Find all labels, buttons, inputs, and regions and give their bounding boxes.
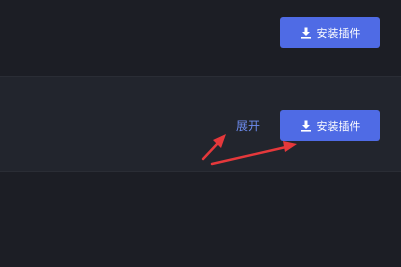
install-plugin-button-1[interactable]: 安装插件 <box>280 17 380 48</box>
download-icon <box>300 27 311 39</box>
install-plugin-label: 安装插件 <box>316 119 361 133</box>
install-plugin-button-2[interactable]: 安装插件 <box>280 110 380 141</box>
install-plugin-label: 安装插件 <box>316 26 361 40</box>
plugin-list-empty-area <box>0 172 401 267</box>
expand-link[interactable]: 展开 <box>236 117 260 134</box>
download-icon <box>300 120 311 132</box>
